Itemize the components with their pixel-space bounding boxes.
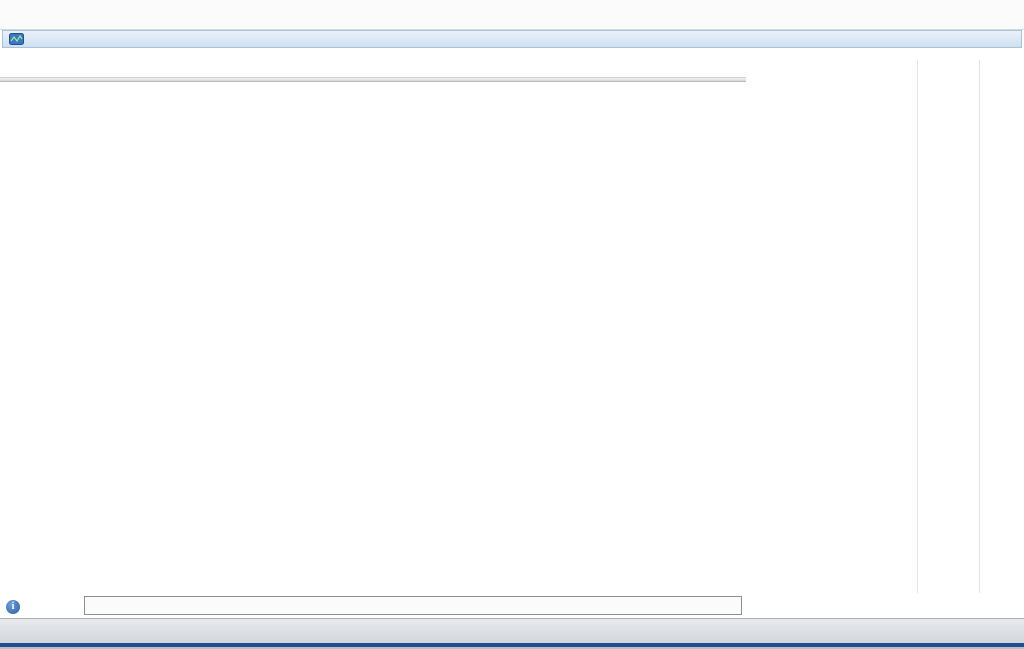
tab-bar bbox=[0, 0, 1024, 30]
signal-table bbox=[746, 82, 1024, 593]
signal-table-header bbox=[746, 60, 1024, 82]
table-column-divider bbox=[979, 60, 980, 593]
toolbar bbox=[0, 49, 751, 77]
oscilloscope-window: i bbox=[0, 0, 1024, 649]
oscilloscope-icon bbox=[9, 33, 24, 45]
add-tab-button[interactable] bbox=[103, 3, 129, 29]
time-axis[interactable] bbox=[84, 596, 742, 615]
panel-header[interactable] bbox=[2, 30, 1022, 48]
table-column-divider bbox=[917, 60, 918, 593]
info-icon[interactable]: i bbox=[6, 600, 20, 614]
chart-area bbox=[0, 82, 746, 593]
overview-ruler[interactable] bbox=[0, 618, 1024, 643]
